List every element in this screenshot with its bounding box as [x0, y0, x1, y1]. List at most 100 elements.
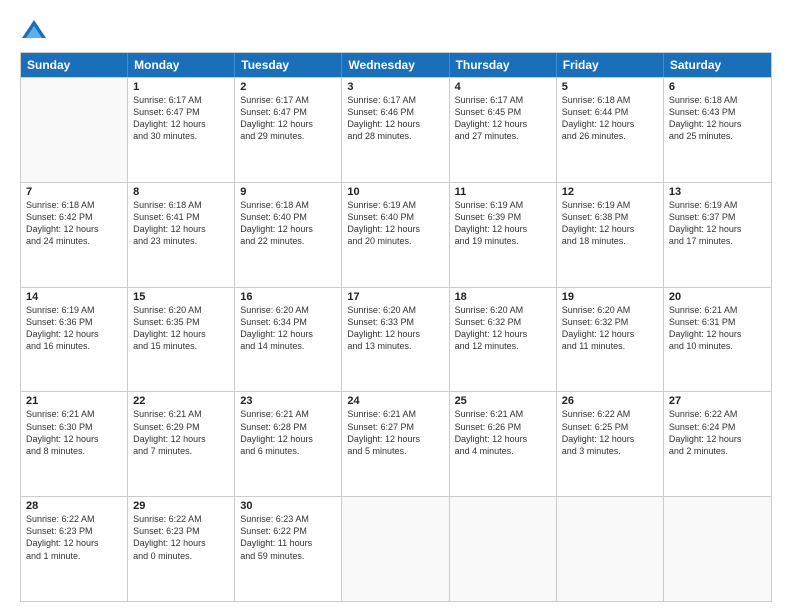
day-info: Sunrise: 6:17 AM Sunset: 6:46 PM Dayligh…: [347, 94, 443, 143]
calendar-cell: 20Sunrise: 6:21 AM Sunset: 6:31 PM Dayli…: [664, 288, 771, 392]
day-number: 10: [347, 186, 443, 198]
day-number: 17: [347, 291, 443, 303]
day-number: 3: [347, 81, 443, 93]
day-number: 7: [26, 186, 122, 198]
day-info: Sunrise: 6:21 AM Sunset: 6:31 PM Dayligh…: [669, 304, 766, 353]
day-info: Sunrise: 6:18 AM Sunset: 6:44 PM Dayligh…: [562, 94, 658, 143]
day-number: 20: [669, 291, 766, 303]
day-number: 30: [240, 500, 336, 512]
calendar-cell: 3Sunrise: 6:17 AM Sunset: 6:46 PM Daylig…: [342, 78, 449, 182]
calendar-cell: 30Sunrise: 6:23 AM Sunset: 6:22 PM Dayli…: [235, 497, 342, 601]
day-info: Sunrise: 6:22 AM Sunset: 6:24 PM Dayligh…: [669, 408, 766, 457]
day-info: Sunrise: 6:21 AM Sunset: 6:28 PM Dayligh…: [240, 408, 336, 457]
calendar-cell: 29Sunrise: 6:22 AM Sunset: 6:23 PM Dayli…: [128, 497, 235, 601]
calendar-cell: [664, 497, 771, 601]
calendar: SundayMondayTuesdayWednesdayThursdayFrid…: [20, 52, 772, 602]
page: SundayMondayTuesdayWednesdayThursdayFrid…: [0, 0, 792, 612]
day-number: 12: [562, 186, 658, 198]
weekday-header-sunday: Sunday: [21, 53, 128, 77]
day-number: 1: [133, 81, 229, 93]
day-number: 28: [26, 500, 122, 512]
day-info: Sunrise: 6:19 AM Sunset: 6:36 PM Dayligh…: [26, 304, 122, 353]
calendar-cell: [21, 78, 128, 182]
calendar-cell: 23Sunrise: 6:21 AM Sunset: 6:28 PM Dayli…: [235, 392, 342, 496]
calendar-cell: 1Sunrise: 6:17 AM Sunset: 6:47 PM Daylig…: [128, 78, 235, 182]
calendar-body: 1Sunrise: 6:17 AM Sunset: 6:47 PM Daylig…: [21, 77, 771, 601]
day-number: 23: [240, 395, 336, 407]
day-number: 6: [669, 81, 766, 93]
calendar-cell: 25Sunrise: 6:21 AM Sunset: 6:26 PM Dayli…: [450, 392, 557, 496]
day-number: 4: [455, 81, 551, 93]
day-number: 18: [455, 291, 551, 303]
day-number: 5: [562, 81, 658, 93]
day-info: Sunrise: 6:17 AM Sunset: 6:47 PM Dayligh…: [133, 94, 229, 143]
day-info: Sunrise: 6:18 AM Sunset: 6:41 PM Dayligh…: [133, 199, 229, 248]
calendar-header: SundayMondayTuesdayWednesdayThursdayFrid…: [21, 53, 771, 77]
day-info: Sunrise: 6:21 AM Sunset: 6:30 PM Dayligh…: [26, 408, 122, 457]
calendar-cell: 2Sunrise: 6:17 AM Sunset: 6:47 PM Daylig…: [235, 78, 342, 182]
day-info: Sunrise: 6:20 AM Sunset: 6:33 PM Dayligh…: [347, 304, 443, 353]
day-number: 11: [455, 186, 551, 198]
calendar-cell: 10Sunrise: 6:19 AM Sunset: 6:40 PM Dayli…: [342, 183, 449, 287]
calendar-cell: [342, 497, 449, 601]
day-number: 9: [240, 186, 336, 198]
day-info: Sunrise: 6:19 AM Sunset: 6:40 PM Dayligh…: [347, 199, 443, 248]
day-info: Sunrise: 6:19 AM Sunset: 6:37 PM Dayligh…: [669, 199, 766, 248]
calendar-cell: 18Sunrise: 6:20 AM Sunset: 6:32 PM Dayli…: [450, 288, 557, 392]
calendar-row-2: 7Sunrise: 6:18 AM Sunset: 6:42 PM Daylig…: [21, 182, 771, 287]
day-info: Sunrise: 6:23 AM Sunset: 6:22 PM Dayligh…: [240, 513, 336, 562]
day-number: 2: [240, 81, 336, 93]
calendar-cell: 15Sunrise: 6:20 AM Sunset: 6:35 PM Dayli…: [128, 288, 235, 392]
calendar-cell: 6Sunrise: 6:18 AM Sunset: 6:43 PM Daylig…: [664, 78, 771, 182]
calendar-cell: 26Sunrise: 6:22 AM Sunset: 6:25 PM Dayli…: [557, 392, 664, 496]
day-number: 24: [347, 395, 443, 407]
weekday-header-saturday: Saturday: [664, 53, 771, 77]
logo-icon: [20, 16, 48, 44]
calendar-row-5: 28Sunrise: 6:22 AM Sunset: 6:23 PM Dayli…: [21, 496, 771, 601]
calendar-cell: 16Sunrise: 6:20 AM Sunset: 6:34 PM Dayli…: [235, 288, 342, 392]
day-info: Sunrise: 6:22 AM Sunset: 6:23 PM Dayligh…: [26, 513, 122, 562]
calendar-cell: 8Sunrise: 6:18 AM Sunset: 6:41 PM Daylig…: [128, 183, 235, 287]
day-number: 8: [133, 186, 229, 198]
calendar-row-4: 21Sunrise: 6:21 AM Sunset: 6:30 PM Dayli…: [21, 391, 771, 496]
day-info: Sunrise: 6:22 AM Sunset: 6:23 PM Dayligh…: [133, 513, 229, 562]
day-info: Sunrise: 6:17 AM Sunset: 6:45 PM Dayligh…: [455, 94, 551, 143]
calendar-cell: 14Sunrise: 6:19 AM Sunset: 6:36 PM Dayli…: [21, 288, 128, 392]
weekday-header-wednesday: Wednesday: [342, 53, 449, 77]
day-number: 22: [133, 395, 229, 407]
calendar-row-3: 14Sunrise: 6:19 AM Sunset: 6:36 PM Dayli…: [21, 287, 771, 392]
day-info: Sunrise: 6:21 AM Sunset: 6:29 PM Dayligh…: [133, 408, 229, 457]
calendar-cell: 22Sunrise: 6:21 AM Sunset: 6:29 PM Dayli…: [128, 392, 235, 496]
logo: [20, 16, 52, 44]
day-info: Sunrise: 6:20 AM Sunset: 6:32 PM Dayligh…: [562, 304, 658, 353]
calendar-cell: 17Sunrise: 6:20 AM Sunset: 6:33 PM Dayli…: [342, 288, 449, 392]
day-number: 19: [562, 291, 658, 303]
weekday-header-friday: Friday: [557, 53, 664, 77]
top-section: [20, 16, 772, 44]
day-info: Sunrise: 6:18 AM Sunset: 6:43 PM Dayligh…: [669, 94, 766, 143]
day-info: Sunrise: 6:19 AM Sunset: 6:39 PM Dayligh…: [455, 199, 551, 248]
calendar-cell: 7Sunrise: 6:18 AM Sunset: 6:42 PM Daylig…: [21, 183, 128, 287]
calendar-cell: 27Sunrise: 6:22 AM Sunset: 6:24 PM Dayli…: [664, 392, 771, 496]
day-number: 21: [26, 395, 122, 407]
day-info: Sunrise: 6:21 AM Sunset: 6:27 PM Dayligh…: [347, 408, 443, 457]
day-info: Sunrise: 6:22 AM Sunset: 6:25 PM Dayligh…: [562, 408, 658, 457]
day-info: Sunrise: 6:19 AM Sunset: 6:38 PM Dayligh…: [562, 199, 658, 248]
day-number: 15: [133, 291, 229, 303]
calendar-cell: 19Sunrise: 6:20 AM Sunset: 6:32 PM Dayli…: [557, 288, 664, 392]
weekday-header-monday: Monday: [128, 53, 235, 77]
day-info: Sunrise: 6:18 AM Sunset: 6:40 PM Dayligh…: [240, 199, 336, 248]
weekday-header-thursday: Thursday: [450, 53, 557, 77]
calendar-row-1: 1Sunrise: 6:17 AM Sunset: 6:47 PM Daylig…: [21, 77, 771, 182]
calendar-cell: 12Sunrise: 6:19 AM Sunset: 6:38 PM Dayli…: [557, 183, 664, 287]
day-number: 29: [133, 500, 229, 512]
day-info: Sunrise: 6:20 AM Sunset: 6:32 PM Dayligh…: [455, 304, 551, 353]
calendar-cell: [557, 497, 664, 601]
day-number: 25: [455, 395, 551, 407]
calendar-cell: [450, 497, 557, 601]
day-info: Sunrise: 6:21 AM Sunset: 6:26 PM Dayligh…: [455, 408, 551, 457]
day-info: Sunrise: 6:20 AM Sunset: 6:34 PM Dayligh…: [240, 304, 336, 353]
day-number: 27: [669, 395, 766, 407]
day-number: 14: [26, 291, 122, 303]
calendar-cell: 4Sunrise: 6:17 AM Sunset: 6:45 PM Daylig…: [450, 78, 557, 182]
